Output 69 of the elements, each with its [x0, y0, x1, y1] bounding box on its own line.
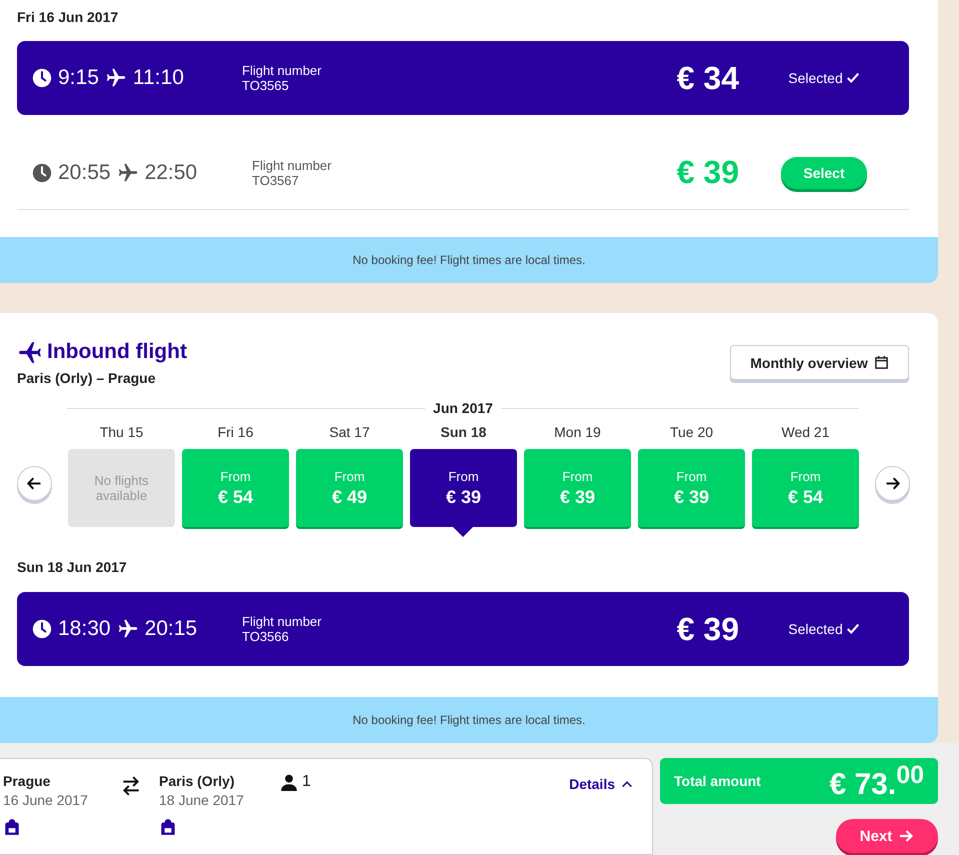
day-label: Wed 21	[782, 423, 830, 442]
select-button[interactable]: Select	[781, 156, 867, 188]
next-step-button[interactable]: Next	[836, 819, 938, 853]
check-icon	[846, 71, 860, 85]
plane-icon	[116, 162, 139, 184]
month-label: Jun 2017	[433, 400, 493, 416]
departure-time: 9:15	[58, 66, 99, 90]
departure-time: 18:30	[58, 617, 111, 641]
selected-label: Selected	[788, 70, 860, 86]
flight-number: TO3565	[242, 78, 290, 93]
day-label: Mon 19	[554, 423, 601, 442]
person-icon	[279, 773, 299, 791]
selection-pointer	[453, 527, 473, 537]
clock-icon	[32, 162, 52, 182]
total-price: € 73.$^{00}$	[829, 760, 924, 802]
next-button[interactable]	[875, 466, 910, 501]
check-icon	[846, 622, 860, 636]
section-title: Inbound flight	[47, 340, 187, 364]
flight-number: TO3567	[252, 172, 300, 188]
clock-icon	[32, 619, 52, 639]
clock-icon	[32, 68, 52, 88]
flight-number: TO3566	[242, 629, 290, 644]
flight-option[interactable]: 18:30 20:15 Flight number TO3566 € 39 Selected	[17, 592, 909, 666]
flight-price: € 34	[676, 60, 739, 96]
day-label: Sun 18	[440, 423, 486, 442]
day-price-tile[interactable]: From € 54	[182, 449, 289, 527]
day-label: Fri 16	[218, 423, 254, 442]
flight-number-label: Flight number	[242, 614, 322, 629]
backpack-icon	[159, 818, 177, 836]
flight-option[interactable]: 20:55 22:50 Flight number TO3567 € 39 Select	[17, 136, 909, 210]
day-label: Thu 15	[100, 423, 144, 442]
day-label: Sat 17	[329, 423, 370, 442]
day-price-tile[interactable]: From € 54	[752, 449, 859, 527]
flight-date: Sun 18 Jun 2017	[17, 559, 127, 575]
plane-icon	[104, 67, 127, 89]
origin-date: 16 June 2017	[3, 792, 89, 808]
total-label: Total amount	[674, 773, 761, 789]
arrow-right-icon	[898, 828, 914, 844]
info-banner: No booking fee! Flight times are local times.	[0, 697, 938, 743]
day-price-tile[interactable]: From € 39	[638, 449, 745, 527]
flight-price: € 39	[676, 610, 739, 648]
origin-city: Prague	[3, 773, 52, 789]
flight-option[interactable]: 9:15 11:10 Flight number TO3565 € 34 Selected	[17, 41, 909, 115]
flight-price: € 39	[676, 154, 739, 191]
swap-icon	[120, 775, 142, 797]
info-banner: No booking fee! Flight times are local times.	[0, 237, 938, 283]
details-toggle[interactable]: Details	[569, 773, 634, 795]
arrival-time: 11:10	[132, 66, 184, 90]
day-label: Tue 20	[670, 423, 714, 442]
route-label: Paris (Orly) – Prague	[17, 370, 157, 386]
destination-city: Paris (Orly)	[159, 773, 236, 789]
monthly-overview-button[interactable]: Monthly overview	[730, 345, 909, 380]
plane-icon	[116, 618, 139, 640]
arrival-time: 20:15	[144, 617, 198, 641]
day-unavailable: No flights available	[68, 449, 175, 527]
departure-time: 20:55	[58, 160, 111, 184]
destination-date: 18 June 2017	[159, 792, 245, 808]
day-price-tile[interactable]: From € 49	[296, 449, 403, 527]
previous-button[interactable]	[17, 466, 52, 501]
passenger-count: 1	[302, 773, 311, 791]
selected-label: Selected	[788, 621, 860, 637]
backpack-icon	[3, 818, 21, 836]
flight-number-label: Flight number	[242, 63, 322, 78]
day-price-tile[interactable]: From € 39	[410, 449, 517, 527]
flight-number-label: Flight number	[252, 158, 332, 172]
flight-date: Fri 16 Jun 2017	[17, 8, 118, 27]
calendar-icon	[874, 355, 889, 370]
arrival-time: 22:50	[144, 160, 198, 184]
day-price-tile[interactable]: From € 39	[524, 449, 631, 527]
